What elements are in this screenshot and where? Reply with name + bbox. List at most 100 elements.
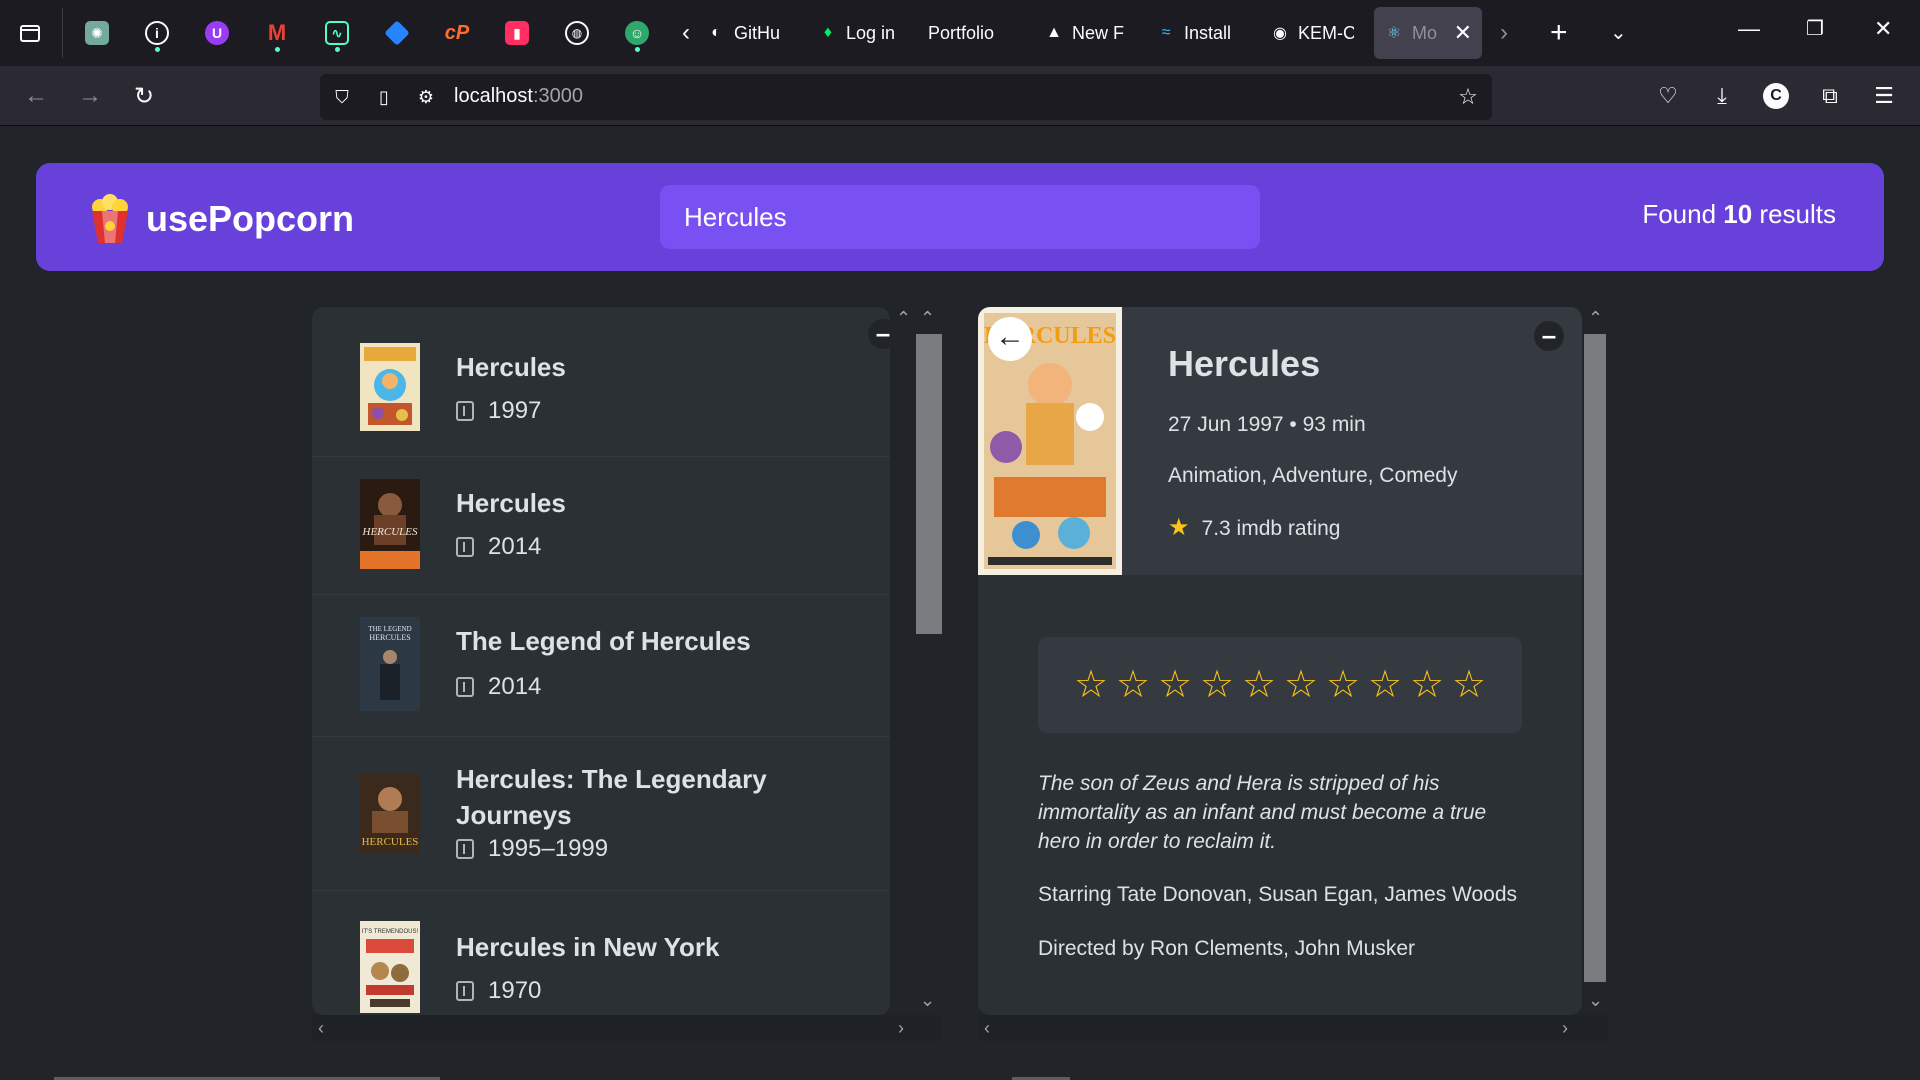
pinned-tab-gmail[interactable]: M: [258, 14, 296, 52]
pinned-tab-activity[interactable]: ∿: [318, 14, 356, 52]
account-button[interactable]: C: [1760, 80, 1792, 112]
minimize-button[interactable]: —: [1738, 16, 1760, 42]
list-collapse-button[interactable]: –: [868, 319, 890, 349]
details-scrollbar-thumb[interactable]: [1584, 334, 1606, 982]
github-icon: ◐: [711, 24, 721, 41]
scroll-right-icon[interactable]: ›: [1562, 1018, 1568, 1038]
details-header: HERCULES ← Hercules 27 Jun 1997 • 93 min…: [978, 307, 1582, 575]
firefox-view-button[interactable]: [11, 14, 49, 52]
movie-list-item[interactable]: THE LEGEND HERCULES The Legend of Hercule…: [312, 595, 890, 737]
url-port: :3000: [532, 85, 583, 107]
movie-list-item[interactable]: IT'S TREMENDOUS! Hercules in New York 19…: [312, 891, 890, 1015]
pinned-tab-chatgpt[interactable]: ✺: [78, 14, 116, 52]
movie-list-item[interactable]: HERCULES Hercules: The Legendary Journey…: [312, 737, 890, 891]
calendar-icon: [456, 981, 474, 1001]
movie-poster: HERCULES: [360, 773, 420, 853]
tab-kem[interactable]: ◉ KEM-C: [1270, 14, 1354, 52]
pinned-tab-bookmark[interactable]: ▮: [498, 14, 536, 52]
movie-year-text: 1970: [488, 977, 542, 1004]
search-input[interactable]: [660, 185, 1260, 249]
rating-star-icon[interactable]: ☆: [1115, 665, 1152, 705]
restore-icon: ❐: [1806, 18, 1824, 40]
rating-star-icon[interactable]: ☆: [1451, 665, 1488, 705]
rating-star-icon[interactable]: ☆: [1157, 665, 1194, 705]
tab-active-movies[interactable]: ⚛ Mo ✕: [1374, 7, 1482, 59]
scroll-tabs-right-button[interactable]: ›: [1500, 18, 1508, 48]
pinned-tab-green[interactable]: ☺: [618, 14, 656, 52]
tab-label: New F: [1072, 22, 1125, 43]
rating-star-icon[interactable]: ☆: [1367, 665, 1404, 705]
details-collapse-button[interactable]: –: [1534, 321, 1564, 351]
tab-install[interactable]: ≈ Install: [1156, 14, 1240, 52]
rating-star-icon[interactable]: ☆: [1325, 665, 1362, 705]
scroll-left-icon[interactable]: ‹: [984, 1018, 990, 1038]
bookmark-star-icon[interactable]: ☆: [1456, 84, 1480, 109]
scroll-tabs-left-button[interactable]: ‹: [682, 18, 690, 48]
pinned-tab-u[interactable]: U: [198, 14, 236, 52]
reload-button[interactable]: ↻: [128, 80, 160, 112]
movie-year: 1995–1999: [456, 835, 608, 863]
calendar-icon: [456, 677, 474, 697]
page-icon: ▯: [379, 86, 389, 107]
rating-star-icon[interactable]: ☆: [1409, 665, 1446, 705]
tab-portfolio[interactable]: Portfolio: [928, 14, 1018, 52]
scroll-up-icon[interactable]: ⌃: [896, 308, 911, 328]
triangle-icon: ▲: [1046, 24, 1062, 41]
pinned-tab-globe[interactable]: ◍: [558, 14, 596, 52]
close-window-button[interactable]: ✕: [1874, 16, 1892, 42]
scroll-down-icon[interactable]: ⌄: [1588, 990, 1603, 1010]
url-bar[interactable]: ⛉ ▯ ⚙ localhost:3000 ☆: [320, 74, 1492, 120]
imdb-rating-text: 7.3 imdb rating: [1201, 517, 1341, 540]
popcorn-icon: [92, 194, 128, 243]
movie-year-text: 2014: [488, 673, 542, 700]
movie-poster: IT'S TREMENDOUS!: [360, 921, 420, 1013]
directed-by: Directed by Ron Clements, John Musker: [1038, 937, 1415, 960]
forward-button[interactable]: →: [74, 80, 106, 112]
restore-button[interactable]: ❐: [1806, 16, 1824, 41]
scroll-up-icon[interactable]: ⌃: [1588, 308, 1603, 328]
list-scrollbar-thumb[interactable]: [916, 334, 942, 634]
tab-login[interactable]: ♦ Log in: [818, 14, 898, 52]
tab-github[interactable]: ◐ GitHu: [706, 14, 784, 52]
pocket-button[interactable]: ♡: [1652, 80, 1684, 112]
list-all-tabs-button[interactable]: ⌄: [1610, 18, 1627, 48]
scroll-down-icon[interactable]: ⌄: [920, 990, 935, 1010]
activity-icon: ∿: [325, 21, 349, 45]
scroll-up-icon[interactable]: ⌃: [920, 308, 935, 328]
list-horizontal-scrollbar[interactable]: [312, 1015, 942, 1041]
rating-star-icon[interactable]: ☆: [1199, 665, 1236, 705]
pinned-tab-info[interactable]: i: [138, 14, 176, 52]
rating-star-icon[interactable]: ☆: [1073, 665, 1110, 705]
scroll-right-icon[interactable]: ›: [898, 1018, 904, 1038]
rating-star-icon[interactable]: ☆: [1241, 665, 1278, 705]
back-button[interactable]: ←: [988, 317, 1032, 361]
chevron-left-icon: ‹: [682, 19, 690, 46]
downloads-button[interactable]: ⤓: [1706, 80, 1738, 112]
close-tab-icon[interactable]: ✕: [1454, 20, 1472, 46]
svg-text:IT'S TREMENDOUS!: IT'S TREMENDOUS!: [362, 929, 419, 935]
extensions-button[interactable]: ⧉: [1814, 80, 1846, 112]
movie-year: 2014: [456, 673, 541, 701]
url-text[interactable]: localhost:3000: [454, 85, 583, 108]
movie-poster: [360, 343, 420, 431]
movie-title: Hercules: The Legendary Journeys: [456, 764, 767, 830]
back-button[interactable]: ←: [20, 80, 52, 112]
shield-icon[interactable]: ⛉: [330, 85, 354, 109]
new-tab-button[interactable]: +: [1550, 18, 1568, 48]
pinned-tab-cpanel[interactable]: cP: [438, 14, 476, 52]
movie-list-item[interactable]: Hercules 1997: [312, 307, 890, 457]
details-horizontal-scrollbar[interactable]: [978, 1015, 1608, 1041]
movie-list-item[interactable]: HERCULES Hercules 2014: [312, 457, 890, 595]
pinned-tab-jira[interactable]: [378, 14, 416, 52]
scroll-left-icon[interactable]: ‹: [318, 1018, 324, 1038]
tab-label: Install: [1184, 22, 1232, 43]
tab-new[interactable]: ▲ New F: [1044, 14, 1126, 52]
release-runtime: 27 Jun 1997 • 93 min: [1168, 413, 1366, 436]
menu-button[interactable]: ☰: [1868, 80, 1900, 112]
tab-notification-dot: [155, 47, 160, 52]
globe-icon: ◍: [565, 21, 589, 45]
starring: Starring Tate Donovan, Susan Egan, James…: [1038, 883, 1518, 906]
rating-star-icon[interactable]: ☆: [1283, 665, 1320, 705]
permissions-icon[interactable]: ⚙: [414, 85, 438, 109]
close-icon: ✕: [1874, 16, 1893, 41]
